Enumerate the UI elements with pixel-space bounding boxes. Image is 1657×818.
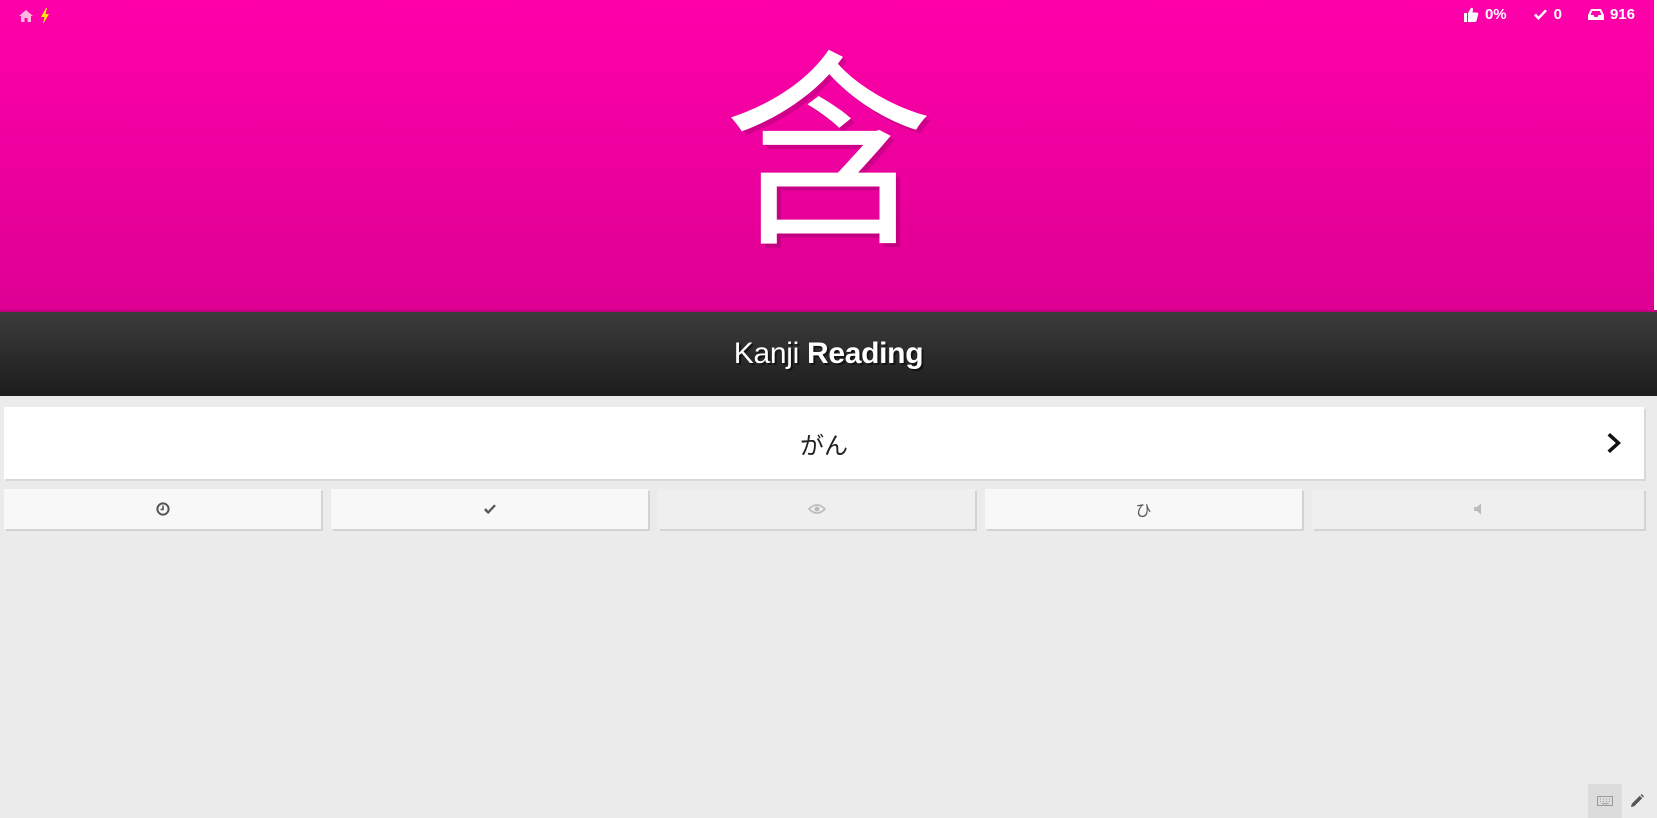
checkmark-icon xyxy=(483,503,496,514)
review-page: 0% 0 916 含 Kanji Reading がん ひ xyxy=(0,0,1657,818)
keyboard-hotkeys-button[interactable] xyxy=(1588,784,1622,818)
submit-button[interactable] xyxy=(1602,429,1628,457)
edit-button[interactable] xyxy=(1628,792,1646,810)
answer-form xyxy=(4,407,1644,479)
last-items-button[interactable] xyxy=(4,489,321,529)
additional-content-bar: ひ xyxy=(4,489,1644,529)
question-type-strong: Reading xyxy=(806,337,924,370)
eye-icon xyxy=(807,504,826,514)
hiragana-button[interactable]: ひ xyxy=(985,489,1302,529)
item-info-button[interactable] xyxy=(331,489,648,529)
show-answer-button[interactable] xyxy=(658,489,975,529)
keyboard-icon xyxy=(1597,796,1613,806)
audio-button[interactable] xyxy=(1312,489,1644,529)
audio-icon xyxy=(1474,503,1481,515)
pencil-icon xyxy=(1631,794,1644,807)
hiragana-icon: ひ xyxy=(1135,501,1152,520)
answer-input[interactable] xyxy=(4,407,1644,479)
clock-icon xyxy=(155,502,170,516)
checkmark-icon xyxy=(1533,9,1547,20)
kanji-character: 含 xyxy=(723,32,934,277)
question-type-label: Kanji xyxy=(733,337,800,370)
chevron-right-icon xyxy=(1607,433,1621,453)
question-type-bar: Kanji Reading xyxy=(0,312,1657,396)
character-header: 0% 0 916 含 xyxy=(0,0,1657,312)
